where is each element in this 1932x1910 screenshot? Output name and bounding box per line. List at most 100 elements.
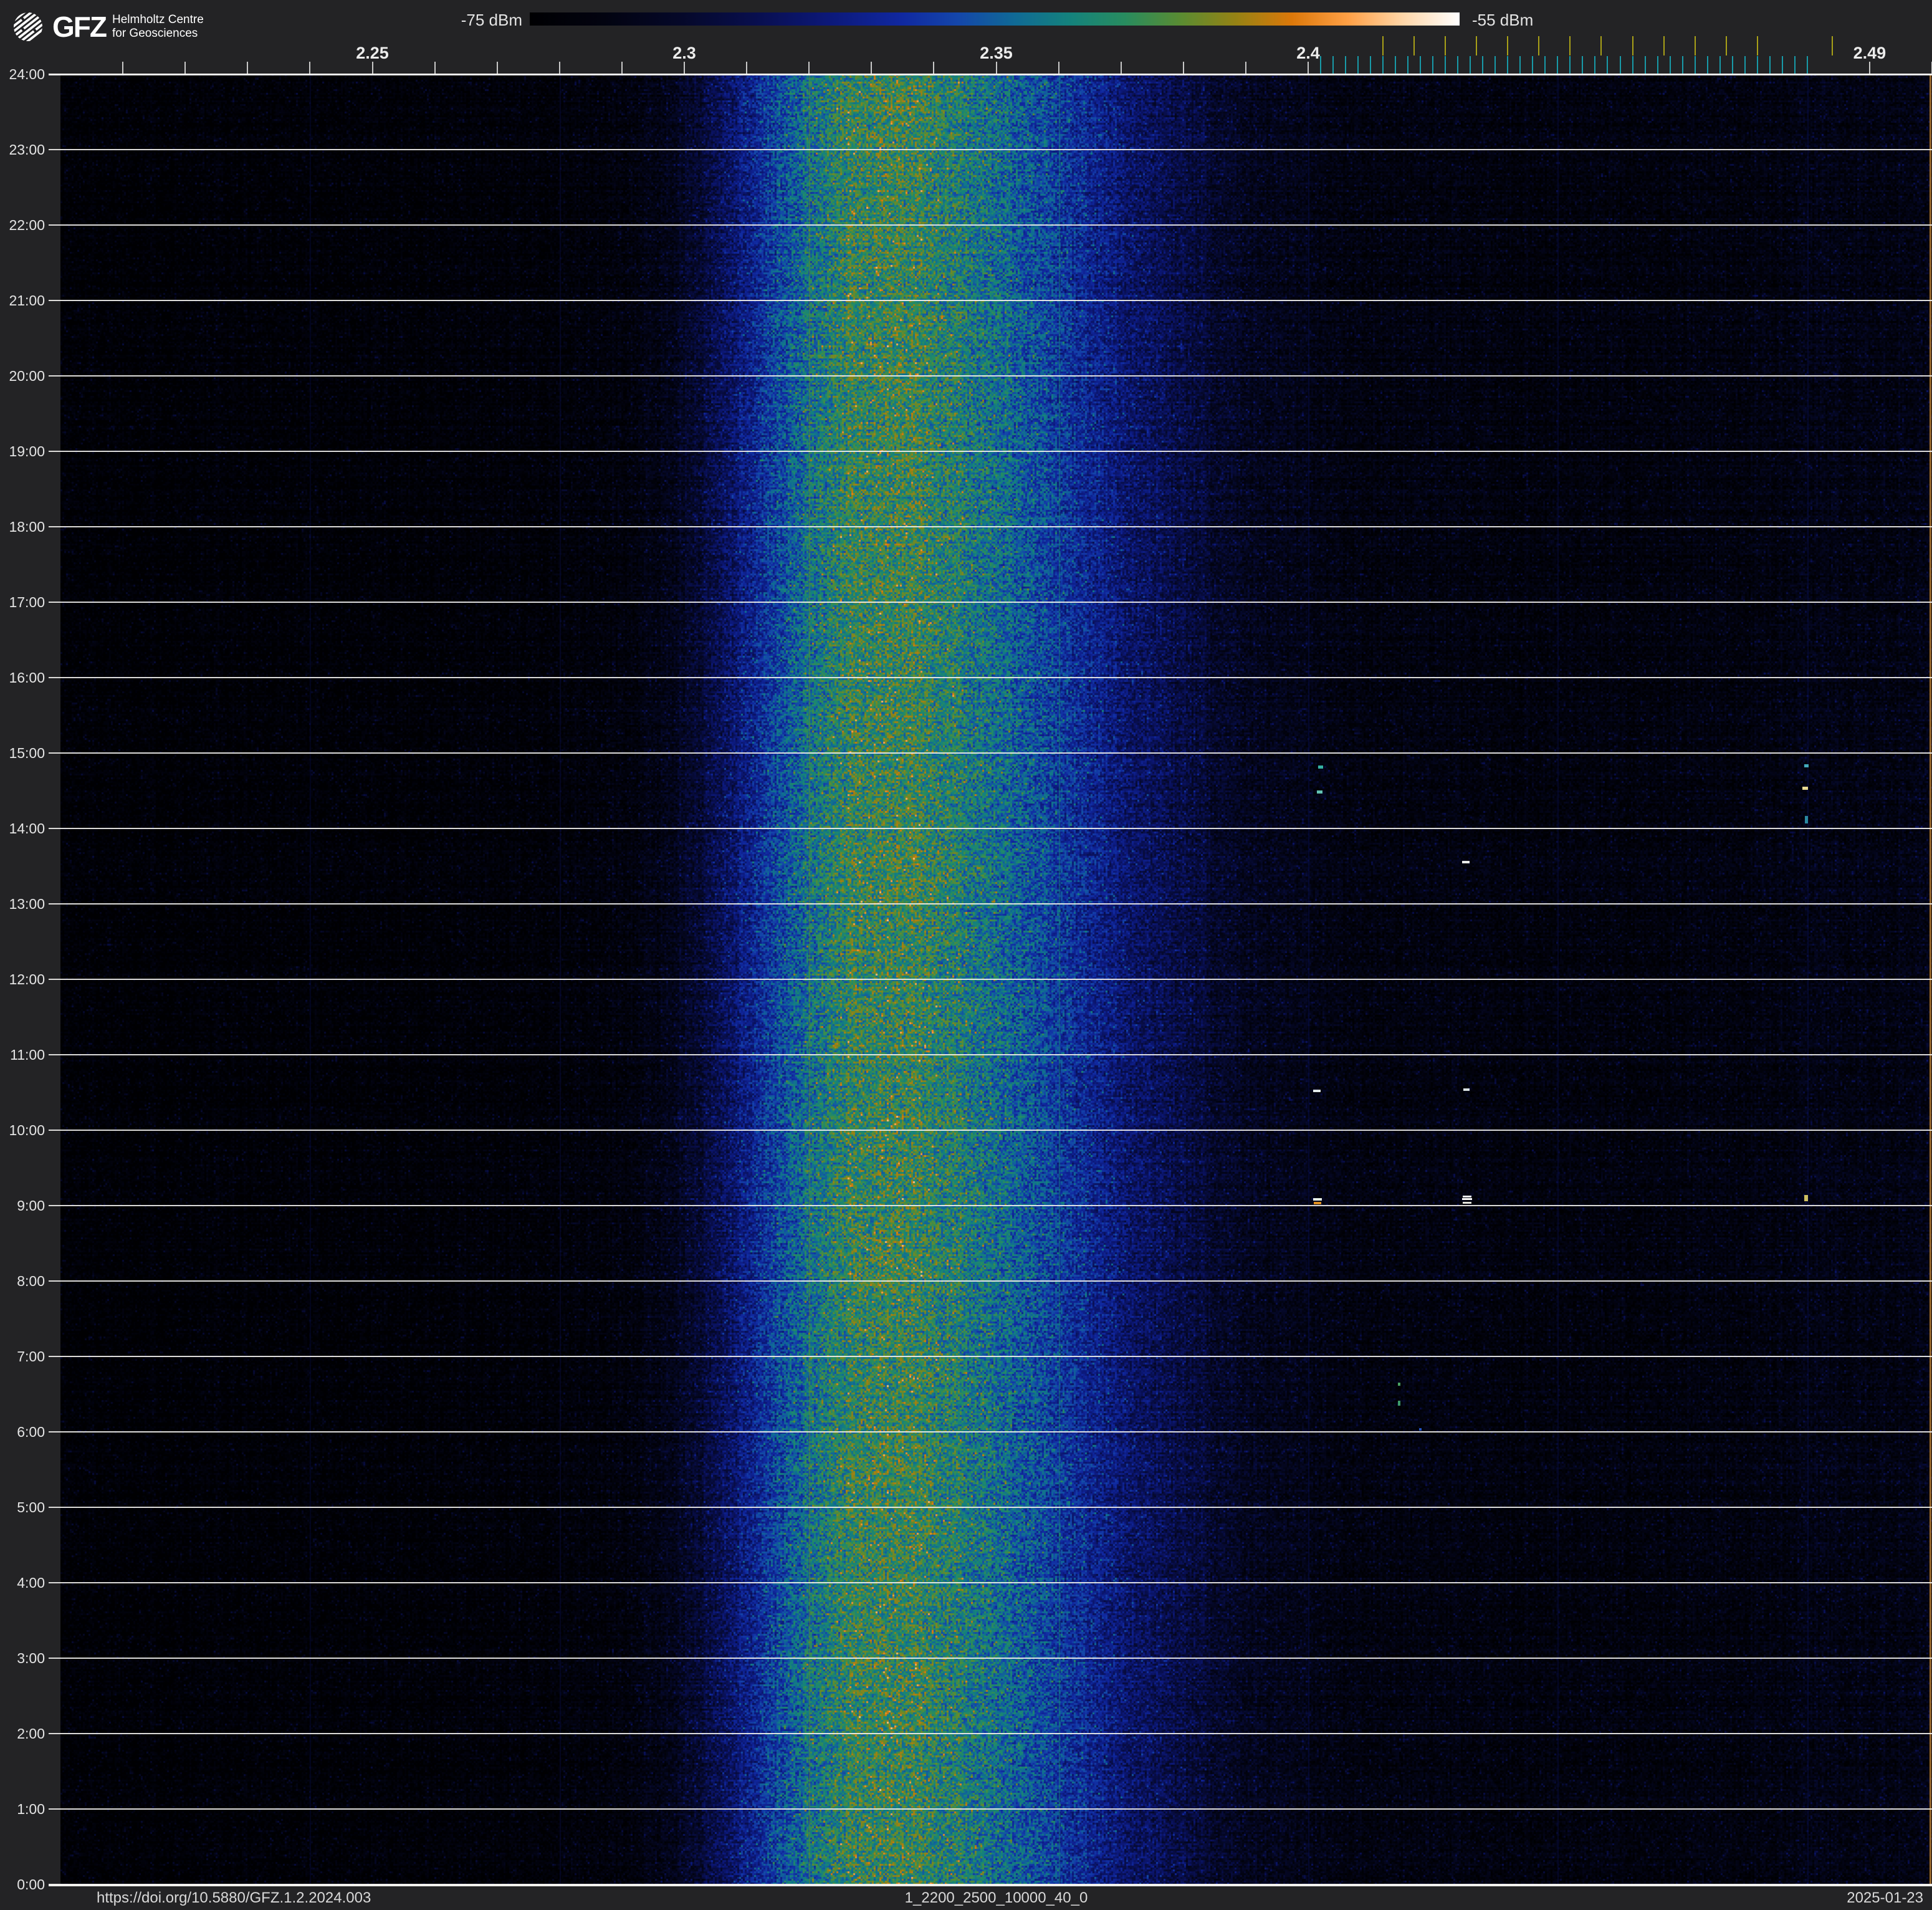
ble-channel-tick [1632,56,1633,74]
footer-dataset-name: 1_2200_2500_10000_40_0 [904,1889,1088,1906]
ble-channel-tick [1320,56,1322,74]
freq-axis-label: 2.35 [980,44,1013,62]
rf-burst-mark [1314,1201,1321,1204]
ble-channel-tick [1681,56,1683,74]
time-axis-label: 17:00 [9,594,45,610]
ble-channel-tick [1370,56,1372,74]
ble-channel-tick [1532,56,1534,74]
hour-grid-line [49,752,1932,754]
ble-channel-tick [1794,56,1796,74]
freq-minor-tick [995,62,997,74]
hour-grid-line [49,451,1932,452]
ble-channel-tick [1395,56,1397,74]
ble-channel-tick [1657,56,1658,74]
hour-grid-line [49,1130,1932,1131]
time-axis-label: 20:00 [9,368,45,384]
rf-burst-mark [1804,1194,1808,1201]
hour-grid-line [49,1658,1932,1659]
hour-grid-line [49,300,1932,301]
wifi-channel-tick [1413,36,1415,55]
time-axis-label: 11:00 [10,1047,45,1063]
hour-grid-line [49,224,1932,226]
time-axis-label: 18:00 [9,519,45,535]
time-axis-label: 1:00 [17,1801,45,1817]
hour-grid-line [49,149,1932,150]
freq-axis-label: 2.3 [672,44,696,62]
hour-grid-line [49,1582,1932,1583]
ble-channel-tick [1470,56,1471,74]
gfz-globe-icon [12,11,44,42]
hour-grid-line [49,1808,1932,1810]
time-axis-label: 4:00 [17,1575,45,1591]
freq-minor-tick [933,62,935,74]
hour-grid-line [49,903,1932,905]
hour-grid-line [49,602,1932,603]
ble-channel-tick [1719,56,1721,74]
ble-channel-tick [1357,56,1359,74]
ble-channel-tick [1706,56,1708,74]
time-axis-label: 8:00 [17,1273,45,1289]
rf-burst-mark [1316,790,1322,794]
footer-date: 2025-01-23 [1847,1889,1923,1906]
ble-channel-tick [1482,56,1484,74]
freq-minor-tick [1245,62,1246,74]
rf-burst-mark [1463,1196,1472,1198]
freq-axis-label: 2.49 [1853,44,1887,62]
ble-channel-tick [1569,56,1571,74]
ble-channel-tick [1582,56,1584,74]
time-axis-label: 24:00 [9,66,45,82]
ble-channel-tick [1457,56,1459,74]
time-axis-label: 0:00 [17,1876,45,1893]
freq-minor-tick [1120,62,1122,74]
freq-minor-tick [1868,62,1870,74]
wifi-channel-tick [1382,36,1384,55]
freq-minor-tick [1182,62,1184,74]
wifi-channel-tick [1600,36,1602,55]
rf-burst-mark [1804,764,1809,767]
hour-grid-line [49,1733,1932,1734]
ble-channel-tick [1756,56,1758,74]
time-axis-label: 15:00 [9,745,45,761]
hour-grid-line [49,979,1932,980]
hour-grid-line [49,677,1932,678]
freq-minor-tick [621,62,623,74]
freq-minor-tick [371,62,373,74]
time-axis-label: 7:00 [17,1348,45,1365]
time-axis-label: 10:00 [9,1122,45,1138]
time-axis-label: 6:00 [17,1424,45,1440]
time-axis-label: 22:00 [9,217,45,233]
freq-minor-tick [558,62,560,74]
brand-subtitle: Helmholtz Centre for Geosciences [112,13,204,41]
ble-channel-tick [1744,56,1746,74]
rf-burst-mark [1802,786,1809,790]
colorbar-gradient [530,12,1460,26]
ble-channel-tick [1557,56,1559,74]
time-axis-label: 2:00 [17,1725,45,1742]
freq-minor-tick [808,62,810,74]
ble-channel-tick [1694,56,1696,74]
ble-channel-tick [1432,56,1434,74]
rf-burst-mark [1419,1428,1422,1431]
hour-grid-line [49,1205,1932,1206]
time-axis-label: 14:00 [9,820,45,837]
ble-channel-tick [1407,56,1409,74]
rf-burst-mark [1398,1382,1401,1386]
time-axis-label: 12:00 [9,971,45,987]
freq-minor-tick [434,62,436,74]
colorbar-max-label: -55 dBm [1472,11,1534,29]
time-axis-label: 13:00 [9,896,45,912]
spectrogram-app: GFZ Helmholtz Centre for Geosciences -75… [0,0,1932,1910]
freq-axis-label: 2.4 [1296,44,1320,62]
time-axis-label: 21:00 [9,292,45,309]
ble-channel-tick [1544,56,1546,74]
wifi-channel-tick [1538,36,1540,55]
rf-burst-mark [1318,765,1324,769]
rf-burst-mark [1313,1090,1321,1093]
rf-burst-mark [1398,1400,1401,1406]
freq-minor-tick [1308,62,1309,74]
ble-channel-tick [1644,56,1646,74]
rf-burst-mark [1463,1088,1470,1092]
freq-minor-tick [122,62,124,74]
time-axis-label: 19:00 [9,443,45,459]
wifi-channel-tick [1756,36,1758,55]
